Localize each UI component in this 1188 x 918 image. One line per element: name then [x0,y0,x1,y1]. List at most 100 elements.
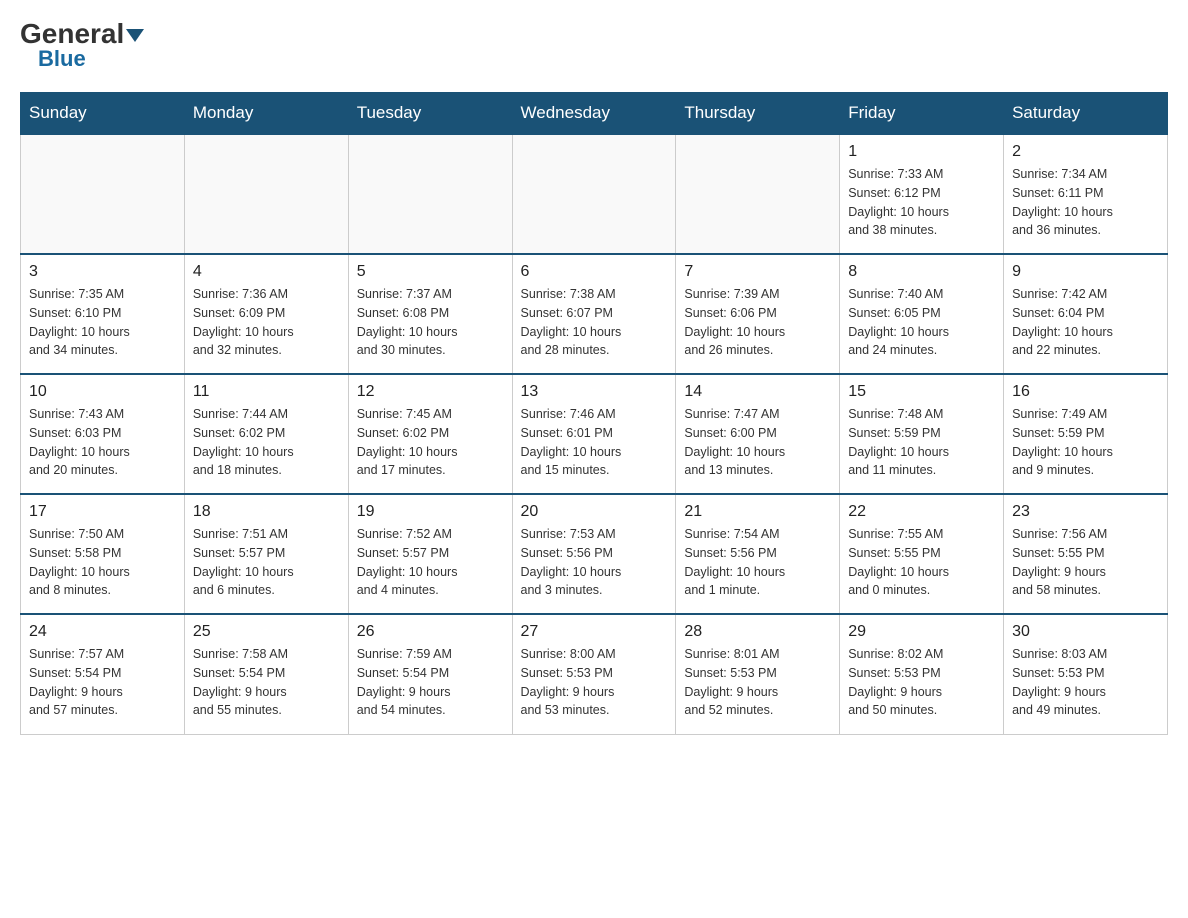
day-number: 6 [521,263,668,281]
calendar-cell: 12 Sunrise: 7:45 AM Sunset: 6:02 PM Dayli… [348,374,512,494]
calendar-cell: 25 Sunrise: 7:58 AM Sunset: 5:54 PM Dayli… [184,614,348,734]
calendar-table: SundayMondayTuesdayWednesdayThursdayFrid… [20,92,1168,735]
weekday-header-tuesday: Tuesday [348,93,512,135]
day-number: 17 [29,503,176,521]
calendar-cell: 18 Sunrise: 7:51 AM Sunset: 5:57 PM Dayli… [184,494,348,614]
day-info: Sunrise: 7:36 AM Sunset: 6:09 PM Dayligh… [193,285,340,360]
day-info: Sunrise: 7:40 AM Sunset: 6:05 PM Dayligh… [848,285,995,360]
weekday-header-row: SundayMondayTuesdayWednesdayThursdayFrid… [21,93,1168,135]
day-info: Sunrise: 8:03 AM Sunset: 5:53 PM Dayligh… [1012,645,1159,720]
calendar-cell: 17Sunrise: 7:50 AM Sunset: 5:58 PM Dayli… [21,494,185,614]
calendar-cell: 13 Sunrise: 7:46 AM Sunset: 6:01 PM Dayli… [512,374,676,494]
day-info: Sunrise: 7:55 AM Sunset: 5:55 PM Dayligh… [848,525,995,600]
calendar-cell: 28Sunrise: 8:01 AM Sunset: 5:53 PM Dayli… [676,614,840,734]
day-info: Sunrise: 7:34 AM Sunset: 6:11 PM Dayligh… [1012,165,1159,240]
day-number: 24 [29,623,176,641]
page-header: General Blue [20,20,1168,72]
day-number: 7 [684,263,831,281]
day-number: 20 [521,503,668,521]
day-info: Sunrise: 7:48 AM Sunset: 5:59 PM Dayligh… [848,405,995,480]
day-info: Sunrise: 7:46 AM Sunset: 6:01 PM Dayligh… [521,405,668,480]
day-info: Sunrise: 8:00 AM Sunset: 5:53 PM Dayligh… [521,645,668,720]
calendar-cell: 1 Sunrise: 7:33 AM Sunset: 6:12 PM Daylig… [840,134,1004,254]
day-info: Sunrise: 7:47 AM Sunset: 6:00 PM Dayligh… [684,405,831,480]
calendar-cell: 11 Sunrise: 7:44 AM Sunset: 6:02 PM Dayli… [184,374,348,494]
day-number: 30 [1012,623,1159,641]
weekday-header-sunday: Sunday [21,93,185,135]
calendar-cell: 26 Sunrise: 7:59 AM Sunset: 5:54 PM Dayli… [348,614,512,734]
day-number: 15 [848,383,995,401]
day-number: 9 [1012,263,1159,281]
day-info: Sunrise: 7:35 AM Sunset: 6:10 PM Dayligh… [29,285,176,360]
calendar-cell: 21 Sunrise: 7:54 AM Sunset: 5:56 PM Dayli… [676,494,840,614]
day-number: 11 [193,383,340,401]
day-number: 10 [29,383,176,401]
calendar-cell: 3Sunrise: 7:35 AM Sunset: 6:10 PM Daylig… [21,254,185,374]
week-row-3: 10 Sunrise: 7:43 AM Sunset: 6:03 PM Dayli… [21,374,1168,494]
day-info: Sunrise: 7:39 AM Sunset: 6:06 PM Dayligh… [684,285,831,360]
calendar-cell: 20 Sunrise: 7:53 AM Sunset: 5:56 PM Dayli… [512,494,676,614]
week-row-1: 1 Sunrise: 7:33 AM Sunset: 6:12 PM Daylig… [21,134,1168,254]
day-info: Sunrise: 7:59 AM Sunset: 5:54 PM Dayligh… [357,645,504,720]
logo-blue: Blue [38,46,86,72]
calendar-cell: 27Sunrise: 8:00 AM Sunset: 5:53 PM Dayli… [512,614,676,734]
day-info: Sunrise: 7:58 AM Sunset: 5:54 PM Dayligh… [193,645,340,720]
calendar-cell: 2 Sunrise: 7:34 AM Sunset: 6:11 PM Daylig… [1004,134,1168,254]
calendar-cell: 10 Sunrise: 7:43 AM Sunset: 6:03 PM Dayli… [21,374,185,494]
calendar-cell: 19Sunrise: 7:52 AM Sunset: 5:57 PM Dayli… [348,494,512,614]
calendar-cell: 30 Sunrise: 8:03 AM Sunset: 5:53 PM Dayli… [1004,614,1168,734]
day-info: Sunrise: 7:37 AM Sunset: 6:08 PM Dayligh… [357,285,504,360]
day-number: 13 [521,383,668,401]
day-number: 22 [848,503,995,521]
day-info: Sunrise: 7:42 AM Sunset: 6:04 PM Dayligh… [1012,285,1159,360]
day-number: 14 [684,383,831,401]
calendar-cell: 15 Sunrise: 7:48 AM Sunset: 5:59 PM Dayli… [840,374,1004,494]
calendar-cell [184,134,348,254]
calendar-cell [21,134,185,254]
day-number: 21 [684,503,831,521]
calendar-cell: 9 Sunrise: 7:42 AM Sunset: 6:04 PM Daylig… [1004,254,1168,374]
calendar-cell: 8 Sunrise: 7:40 AM Sunset: 6:05 PM Daylig… [840,254,1004,374]
day-info: Sunrise: 7:44 AM Sunset: 6:02 PM Dayligh… [193,405,340,480]
calendar-cell [676,134,840,254]
day-info: Sunrise: 7:49 AM Sunset: 5:59 PM Dayligh… [1012,405,1159,480]
week-row-5: 24 Sunrise: 7:57 AM Sunset: 5:54 PM Dayli… [21,614,1168,734]
calendar-cell: 14 Sunrise: 7:47 AM Sunset: 6:00 PM Dayli… [676,374,840,494]
weekday-header-saturday: Saturday [1004,93,1168,135]
calendar-cell: 16 Sunrise: 7:49 AM Sunset: 5:59 PM Dayli… [1004,374,1168,494]
day-number: 28 [684,623,831,641]
calendar-cell: 22 Sunrise: 7:55 AM Sunset: 5:55 PM Dayli… [840,494,1004,614]
day-info: Sunrise: 7:54 AM Sunset: 5:56 PM Dayligh… [684,525,831,600]
day-info: Sunrise: 7:51 AM Sunset: 5:57 PM Dayligh… [193,525,340,600]
day-number: 29 [848,623,995,641]
day-number: 5 [357,263,504,281]
day-info: Sunrise: 7:38 AM Sunset: 6:07 PM Dayligh… [521,285,668,360]
calendar-cell [512,134,676,254]
day-number: 16 [1012,383,1159,401]
calendar-cell: 24 Sunrise: 7:57 AM Sunset: 5:54 PM Dayli… [21,614,185,734]
weekday-header-friday: Friday [840,93,1004,135]
weekday-header-monday: Monday [184,93,348,135]
day-info: Sunrise: 7:53 AM Sunset: 5:56 PM Dayligh… [521,525,668,600]
calendar-cell: 6 Sunrise: 7:38 AM Sunset: 6:07 PM Daylig… [512,254,676,374]
week-row-4: 17Sunrise: 7:50 AM Sunset: 5:58 PM Dayli… [21,494,1168,614]
day-number: 12 [357,383,504,401]
day-info: Sunrise: 7:45 AM Sunset: 6:02 PM Dayligh… [357,405,504,480]
day-number: 25 [193,623,340,641]
day-number: 18 [193,503,340,521]
logo: General Blue [20,20,144,72]
day-number: 2 [1012,143,1159,161]
day-number: 8 [848,263,995,281]
day-info: Sunrise: 7:57 AM Sunset: 5:54 PM Dayligh… [29,645,176,720]
day-info: Sunrise: 7:33 AM Sunset: 6:12 PM Dayligh… [848,165,995,240]
calendar-cell: 5 Sunrise: 7:37 AM Sunset: 6:08 PM Daylig… [348,254,512,374]
calendar-cell: 23Sunrise: 7:56 AM Sunset: 5:55 PM Dayli… [1004,494,1168,614]
day-number: 23 [1012,503,1159,521]
day-number: 26 [357,623,504,641]
day-number: 19 [357,503,504,521]
calendar-cell: 29 Sunrise: 8:02 AM Sunset: 5:53 PM Dayli… [840,614,1004,734]
weekday-header-wednesday: Wednesday [512,93,676,135]
day-info: Sunrise: 7:43 AM Sunset: 6:03 PM Dayligh… [29,405,176,480]
day-info: Sunrise: 8:02 AM Sunset: 5:53 PM Dayligh… [848,645,995,720]
day-number: 1 [848,143,995,161]
